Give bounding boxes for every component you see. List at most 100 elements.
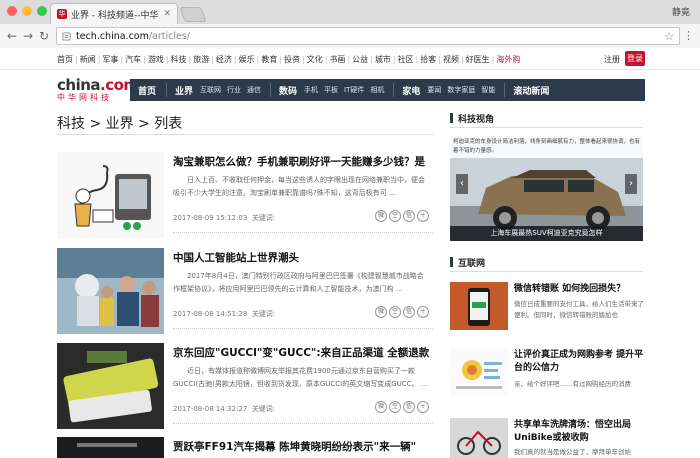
- article-title[interactable]: 贾跃亭FF91汽车揭幕 陈坤黄晓明纷纷表示"来一辆": [173, 439, 435, 454]
- channel-sub-link[interactable]: 手机: [304, 85, 318, 95]
- channel-link[interactable]: 业界: [175, 84, 193, 97]
- share-more-icon[interactable]: +: [417, 210, 429, 222]
- channel-divider: [270, 83, 272, 97]
- share-more-icon[interactable]: +: [417, 401, 429, 413]
- address-bar[interactable]: tech.china.com/articles/ ☆: [56, 27, 680, 45]
- sidebar-news-title[interactable]: 让评价真正成为网购参考 提升平台的公信力: [514, 349, 644, 375]
- top-nav-link[interactable]: 书画: [329, 55, 345, 64]
- nav-separator: |: [256, 55, 260, 64]
- article-thumbnail[interactable]: [57, 248, 164, 334]
- reload-icon[interactable]: ↻: [36, 29, 52, 43]
- channel-sub-link[interactable]: IT硬件: [344, 85, 364, 95]
- article-date: 2017-08-09 15:12:03: [173, 214, 248, 222]
- slide-next-icon[interactable]: ›: [625, 174, 637, 194]
- top-nav-link[interactable]: 经济: [216, 55, 232, 64]
- register-link[interactable]: 注册: [604, 54, 620, 65]
- new-tab-button[interactable]: [179, 7, 207, 22]
- tab-strip: 华 业界 - 科技频道--中华网 ✕ 静竟: [0, 0, 700, 24]
- sidebar-thumbnail[interactable]: [450, 348, 508, 396]
- feature-title[interactable]: 上海车展最热SUV柯迪亚克究竟怎样: [450, 226, 643, 241]
- site-logo[interactable]: china.com 中华网科技: [57, 76, 139, 104]
- divider: [173, 232, 433, 233]
- share-wechat-icon[interactable]: 信: [403, 306, 415, 318]
- share-wechat-icon[interactable]: 信: [403, 401, 415, 413]
- channel-link[interactable]: 首页: [138, 84, 156, 97]
- maximize-window-icon[interactable]: [37, 6, 47, 16]
- sidebar-news-summary: 亲，给个好评吧……有过网购经历的消费: [514, 380, 631, 388]
- top-nav-link[interactable]: 新闻: [80, 55, 96, 64]
- login-button[interactable]: 登录: [625, 51, 645, 66]
- top-nav-link[interactable]: 游戏: [148, 55, 164, 64]
- article-title[interactable]: 京东回应"GUCCI"变"GUCC":来自正品渠道 全额退款: [173, 345, 435, 360]
- minimize-window-icon[interactable]: [22, 6, 32, 16]
- sidebar-news-title[interactable]: 共享单车洗牌清场：悟空出局 UniBike或被收购: [514, 419, 644, 445]
- share-qzone-icon[interactable]: 空: [389, 401, 401, 413]
- channel-sub-link[interactable]: 智能: [481, 85, 495, 95]
- close-window-icon[interactable]: [7, 6, 17, 16]
- share-qzone-icon[interactable]: 空: [389, 306, 401, 318]
- profile-name[interactable]: 静竟: [672, 5, 690, 18]
- forward-arrow-icon[interactable]: →: [20, 29, 36, 43]
- browser-menu-icon[interactable]: ⋮: [683, 29, 694, 42]
- url-path: /articles/: [148, 30, 191, 42]
- feature-slideshow[interactable]: 柯迪亚克的车身设计简洁利落，线条刻画细腻有力，整体看起来很协调，也有着不错的力量…: [450, 136, 643, 241]
- article-meta: 2017-08-08 14:32:27 关键词:: [173, 404, 275, 414]
- share-more-icon[interactable]: +: [417, 306, 429, 318]
- sidebar-thumbnail[interactable]: [450, 282, 508, 330]
- sidebar-news-title[interactable]: 微信转错账 如何挽回损失？: [514, 283, 644, 296]
- top-nav-link[interactable]: 城市: [375, 55, 391, 64]
- nav-separator: |: [302, 55, 305, 64]
- nav-separator: |: [120, 55, 124, 64]
- site-top-nav: 首页 | 新闻 | 军事 | 汽车 | 游戏 | 科技 | 旅游 | 经济 | 娱乐 | 教育 | 投资 | 文化 | 书画 | 公…: [0, 48, 700, 70]
- channel-link[interactable]: 数码: [279, 84, 297, 97]
- top-nav-link[interactable]: 娱乐: [239, 55, 255, 64]
- article-meta: 2017-08-09 15:12:03 关键词:: [173, 213, 275, 223]
- share-weibo-icon[interactable]: 微: [375, 210, 387, 222]
- top-nav-link[interactable]: 社区: [398, 55, 414, 64]
- top-nav-link-overseas[interactable]: 海外购: [496, 55, 520, 64]
- top-nav-link[interactable]: 拾客: [420, 55, 436, 64]
- sidebar-news-summary: 微信已成重要的支付工具，给人们生活带来了便利。但同时，微信转错账的尴尬也: [514, 300, 644, 319]
- share-buttons: 微空信 +: [375, 401, 429, 413]
- top-nav-link[interactable]: 科技: [171, 55, 187, 64]
- top-nav-link[interactable]: 公益: [352, 55, 368, 64]
- share-wechat-icon[interactable]: 信: [403, 210, 415, 222]
- share-qzone-icon[interactable]: 空: [389, 210, 401, 222]
- top-nav-link[interactable]: 旅游: [193, 55, 209, 64]
- article-thumbnail[interactable]: [57, 437, 164, 458]
- channel-sub-link[interactable]: 通信: [247, 85, 261, 95]
- close-tab-icon[interactable]: ✕: [163, 9, 171, 19]
- channel-link[interactable]: 滚动新闻: [513, 84, 549, 97]
- share-weibo-icon[interactable]: 微: [375, 306, 387, 318]
- top-nav-link[interactable]: 视频: [443, 55, 459, 64]
- top-nav-link[interactable]: 好医生: [466, 55, 490, 64]
- article-summary: 日入上百、不收取任何押金，每当这些诱人的字眼出现在网络兼职当中，便会吸引不少大学…: [173, 176, 425, 197]
- channel-sub-link[interactable]: 行业: [227, 85, 241, 95]
- top-nav-link[interactable]: 首页: [57, 55, 73, 64]
- channel-sub-link[interactable]: 要闻: [427, 85, 441, 95]
- back-arrow-icon[interactable]: ←: [4, 29, 20, 43]
- top-nav-link[interactable]: 文化: [307, 55, 323, 64]
- channel-sub-link[interactable]: 平板: [324, 85, 338, 95]
- channel-sub-link[interactable]: 相机: [370, 85, 384, 95]
- channel-link[interactable]: 家电: [402, 84, 420, 97]
- top-nav-link[interactable]: 投资: [284, 55, 300, 64]
- article-title[interactable]: 淘宝兼职怎么做？手机兼职刷好评一天能赚多少钱？是: [173, 154, 435, 169]
- browser-tab[interactable]: 华 业界 - 科技频道--中华网 ✕: [50, 3, 178, 24]
- bookmark-star-icon[interactable]: ☆: [664, 30, 674, 43]
- page-info-icon[interactable]: [62, 31, 71, 41]
- slide-prev-icon[interactable]: ‹: [456, 174, 468, 194]
- tech-perspective-heading: 科技视角: [450, 112, 643, 128]
- nav-separator: |: [460, 55, 464, 64]
- top-nav-link[interactable]: 军事: [102, 55, 118, 64]
- article-thumbnail[interactable]: [57, 343, 164, 429]
- sidebar-thumbnail[interactable]: [450, 418, 508, 458]
- top-nav-link[interactable]: 汽车: [125, 55, 141, 64]
- article-thumbnail[interactable]: [57, 152, 164, 238]
- channel-sub-link[interactable]: 互联网: [200, 85, 221, 95]
- share-weibo-icon[interactable]: 微: [375, 401, 387, 413]
- channel-sub-link[interactable]: 数字家庭: [447, 85, 475, 95]
- article-title[interactable]: 中国人工智能站上世界潮头: [173, 250, 435, 265]
- top-nav-links: 首页 | 新闻 | 军事 | 汽车 | 游戏 | 科技 | 旅游 | 经济 | 娱乐 | 教育 | 投资 | 文化 | 书画 | 公…: [57, 54, 520, 65]
- top-nav-link[interactable]: 教育: [261, 55, 277, 64]
